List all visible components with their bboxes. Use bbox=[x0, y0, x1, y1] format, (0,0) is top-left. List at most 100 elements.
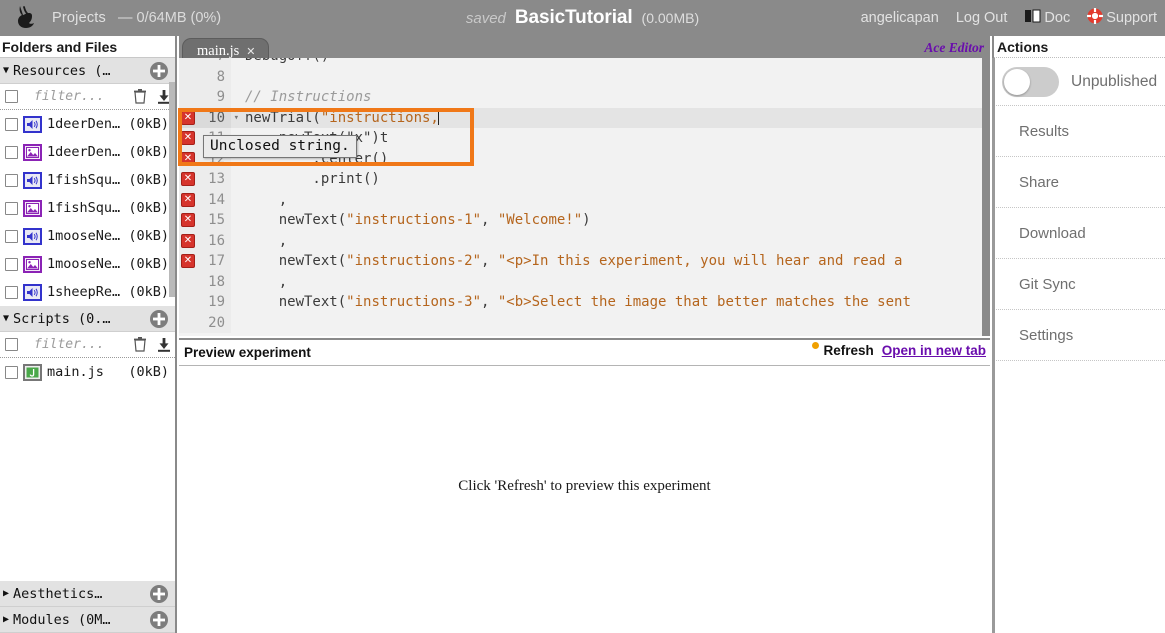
file-name: 1mooseNe… bbox=[47, 228, 123, 244]
file-name: 1deerDen… bbox=[47, 144, 123, 160]
list-item[interactable]: 1deerDen… (0kB) bbox=[0, 138, 175, 166]
code-line[interactable]: ✕17 newText("instructions-2", "<p>In thi… bbox=[179, 251, 990, 272]
add-script-button[interactable] bbox=[149, 309, 169, 329]
code-line[interactable]: ✕15 newText("instructions-1", "Welcome!"… bbox=[179, 210, 990, 231]
list-item[interactable]: 1deerDen…(0kB) bbox=[0, 110, 175, 138]
error-x-icon[interactable]: ✕ bbox=[181, 193, 195, 207]
line-gutter: ✕15 bbox=[179, 210, 231, 231]
scripts-filter-row[interactable]: filter... bbox=[0, 332, 175, 358]
code-text: newText("instructions-1", "Welcome!") bbox=[231, 210, 591, 231]
code-line[interactable]: 20 bbox=[179, 313, 990, 334]
section-header-modules[interactable]: ▶ Modules (0M… bbox=[0, 607, 175, 633]
resources-select-all-checkbox[interactable] bbox=[5, 90, 18, 103]
script-file-list: main.js(0kB) bbox=[0, 358, 175, 386]
lifebuoy-icon bbox=[1087, 8, 1103, 28]
action-item-git-sync[interactable]: Git Sync bbox=[994, 259, 1165, 310]
code-line[interactable]: 18 , bbox=[179, 272, 990, 293]
file-name: 1fishSqu… bbox=[47, 200, 123, 216]
chevron-down-icon: ▼ bbox=[3, 65, 9, 76]
code-line[interactable]: ✕16 , bbox=[179, 231, 990, 252]
action-item-share[interactable]: Share bbox=[994, 157, 1165, 208]
username-label[interactable]: angelicapan bbox=[861, 10, 939, 26]
publish-toggle[interactable] bbox=[1002, 67, 1059, 97]
action-item-label: Git Sync bbox=[1019, 276, 1076, 293]
doc-link[interactable]: Doc bbox=[1024, 9, 1070, 27]
section-header-resources[interactable]: ▼ Resources (… bbox=[0, 58, 175, 84]
error-x-icon[interactable]: ✕ bbox=[181, 131, 195, 145]
error-x-icon[interactable]: ✕ bbox=[181, 152, 195, 166]
file-checkbox[interactable] bbox=[5, 174, 18, 187]
list-item[interactable]: 1sheepRe…(0kB) bbox=[0, 278, 175, 306]
support-label: Support bbox=[1106, 10, 1157, 26]
code-line[interactable]: 8 bbox=[179, 67, 990, 88]
list-item[interactable]: 1mooseNe… (0kB) bbox=[0, 222, 175, 250]
line-gutter: ✕16 bbox=[179, 231, 231, 252]
add-module-button[interactable] bbox=[149, 610, 169, 630]
line-gutter: ✕14 bbox=[179, 190, 231, 211]
list-item[interactable]: 1mooseNe…(0kB) bbox=[0, 250, 175, 278]
file-checkbox[interactable] bbox=[5, 202, 18, 215]
action-item-results[interactable]: Results bbox=[994, 106, 1165, 157]
audio-icon bbox=[23, 116, 42, 133]
code-line[interactable]: 7DebugOff() bbox=[179, 58, 990, 67]
ibex-logo-icon[interactable] bbox=[0, 0, 52, 36]
scripts-select-all-checkbox[interactable] bbox=[5, 338, 18, 351]
trash-icon[interactable] bbox=[133, 337, 148, 353]
file-checkbox[interactable] bbox=[5, 230, 18, 243]
support-link[interactable]: Support bbox=[1087, 8, 1157, 28]
editor-vertical-scrollbar[interactable] bbox=[982, 58, 990, 336]
trash-icon[interactable] bbox=[133, 89, 148, 105]
code-line[interactable]: 9// Instructions bbox=[179, 87, 990, 108]
section-header-scripts[interactable]: ▼ Scripts (0.… bbox=[0, 306, 175, 332]
error-x-icon[interactable]: ✕ bbox=[181, 111, 195, 125]
list-item[interactable]: main.js(0kB) bbox=[0, 358, 175, 386]
code-token: "instructions-3" bbox=[346, 294, 481, 310]
file-checkbox[interactable] bbox=[5, 118, 18, 131]
projects-link[interactable]: Projects bbox=[52, 10, 106, 26]
publish-state-label: Unpublished bbox=[1071, 73, 1157, 91]
file-size: (0kB) bbox=[128, 284, 175, 300]
code-line[interactable]: ✕10▾newTrial("instructions, bbox=[179, 108, 990, 129]
fold-arrow-icon[interactable]: ▾ bbox=[234, 108, 239, 129]
right-panel-scrollbar[interactable] bbox=[992, 58, 995, 633]
error-x-icon[interactable]: ✕ bbox=[181, 254, 195, 268]
resources-filter-row[interactable]: filter... bbox=[0, 84, 175, 110]
file-checkbox[interactable] bbox=[5, 286, 18, 299]
file-size: (0kB) bbox=[128, 228, 175, 244]
list-item[interactable]: 1fishSqu…(0kB) bbox=[0, 166, 175, 194]
add-aesthetic-button[interactable] bbox=[149, 584, 169, 604]
quota-label: — 0/64MB (0%) bbox=[118, 10, 221, 26]
line-number: 9 bbox=[217, 89, 225, 105]
error-x-icon[interactable]: ✕ bbox=[181, 213, 195, 227]
list-item[interactable]: 1fishSqu…(0kB) bbox=[0, 194, 175, 222]
file-checkbox[interactable] bbox=[5, 146, 18, 159]
error-x-icon[interactable]: ✕ bbox=[181, 172, 195, 186]
section-header-aesthetics[interactable]: ▶ Aesthetics… bbox=[0, 581, 175, 607]
code-line[interactable]: ✕14 , bbox=[179, 190, 990, 211]
code-token: , bbox=[245, 274, 287, 290]
scripts-filter-input[interactable]: filter... bbox=[34, 337, 127, 352]
code-line[interactable]: ✕13 .print() bbox=[179, 169, 990, 190]
code-token: , bbox=[245, 192, 287, 208]
code-token: "instructions-1" bbox=[346, 212, 481, 228]
line-gutter: 7 bbox=[179, 58, 231, 67]
code-token: , bbox=[481, 212, 498, 228]
error-x-icon[interactable]: ✕ bbox=[181, 234, 195, 248]
action-item-label: Settings bbox=[1019, 327, 1073, 344]
left-panel-scrollbar[interactable] bbox=[169, 82, 175, 297]
refresh-button[interactable]: Refresh bbox=[823, 343, 873, 358]
resources-filter-input[interactable]: filter... bbox=[34, 89, 127, 104]
open-in-new-tab-link[interactable]: Open in new tab bbox=[882, 343, 988, 358]
add-resource-button[interactable] bbox=[149, 61, 169, 81]
code-line[interactable]: 19 newText("instructions-3", "<b>Select … bbox=[179, 292, 990, 313]
logout-button[interactable]: Log Out bbox=[956, 10, 1008, 26]
action-item-download[interactable]: Download bbox=[994, 208, 1165, 259]
action-item-settings[interactable]: Settings bbox=[994, 310, 1165, 361]
code-lines[interactable]: 7DebugOff()89// Instructions✕10▾newTrial… bbox=[179, 58, 990, 336]
file-size: (0kB) bbox=[128, 144, 175, 160]
download-icon[interactable] bbox=[157, 337, 172, 353]
file-checkbox[interactable] bbox=[5, 258, 18, 271]
file-checkbox[interactable] bbox=[5, 366, 18, 379]
close-icon[interactable]: ✕ bbox=[246, 45, 255, 58]
collapsed-sections: ▶ Aesthetics… ▶ Modules (0M… bbox=[0, 581, 175, 633]
